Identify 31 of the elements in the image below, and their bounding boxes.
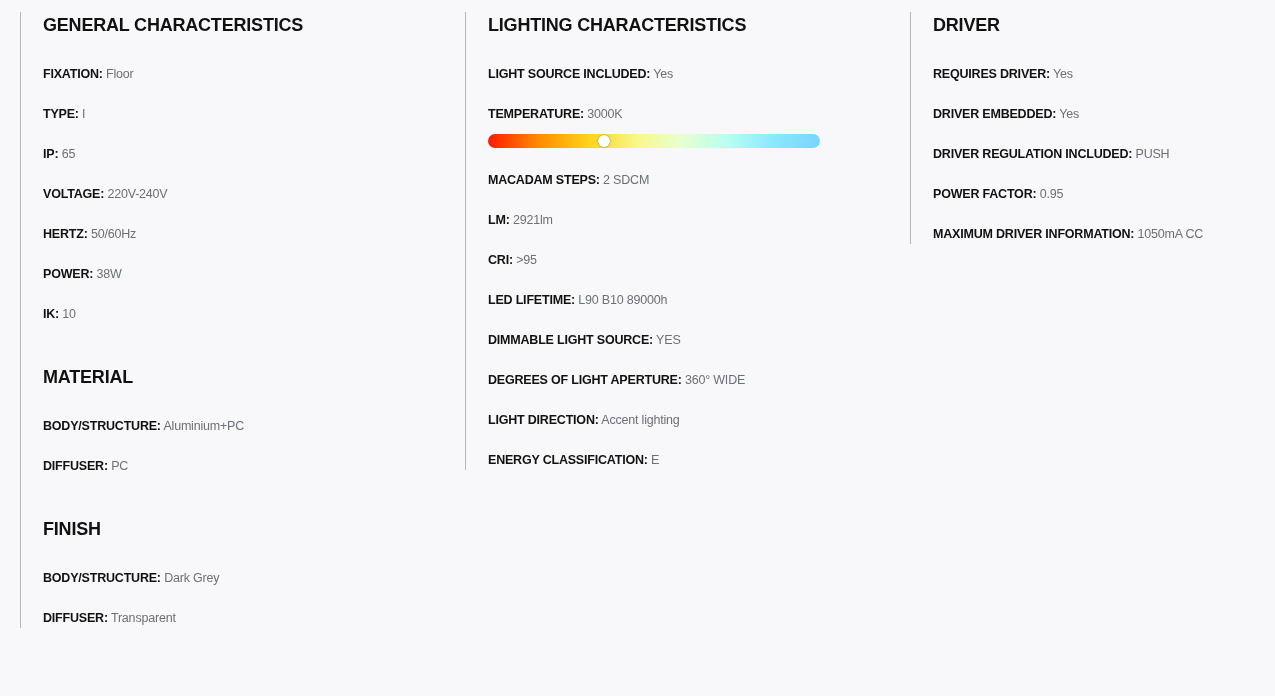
spec-line: DIFFUSER: PC (43, 458, 130, 474)
spec-line: CRI: >95 (488, 252, 538, 268)
spec-line: VOLTAGE: 220V-240V (43, 186, 169, 202)
spec-line: LIGHT DIRECTION: Accent lighting (488, 412, 681, 428)
spec-line: LED LIFETIME: L90 B10 89000h (488, 292, 669, 308)
spec-line: DRIVER REGULATION INCLUDED: PUSH (933, 146, 1171, 162)
spec-line: IP: 65 (43, 146, 77, 162)
spec-line: ENERGY CLASSIFICATION: E (488, 452, 661, 468)
spec-line: DRIVER EMBEDDED: Yes (933, 106, 1081, 122)
spec-line: MACADAM STEPS: 2 SDCM (488, 172, 651, 188)
spec-line: REQUIRES DRIVER: Yes (933, 66, 1074, 82)
section-heading: GENERAL CHARACTERISTICS (43, 14, 305, 36)
spec-line: FIXATION: Floor (43, 66, 135, 82)
spec-line: LM: 2921lm (488, 212, 554, 228)
spec-line: MAXIMUM DRIVER INFORMATION: 1050mA CC (933, 226, 1205, 242)
spec-line: TEMPERATURE: 3000K (488, 106, 624, 122)
section-heading: LIGHTING CHARACTERISTICS (488, 14, 748, 36)
spec-line: BODY/STRUCTURE: Aluminium+PC (43, 418, 246, 434)
spec-line: DIFFUSER: Transparent (43, 610, 177, 626)
spec-line: HERTZ: 50/60Hz (43, 226, 138, 242)
spec-line: DEGREES OF LIGHT APERTURE: 360° WIDE (488, 372, 747, 388)
spec-line: TYPE: I (43, 106, 87, 122)
spec-line: LIGHT SOURCE INCLUDED: Yes (488, 66, 675, 82)
spec-line: BODY/STRUCTURE: Dark Grey (43, 570, 221, 586)
section-heading: FINISH (43, 518, 102, 540)
spec-line: POWER: 38W (43, 266, 123, 282)
spec-line: IK: 10 (43, 306, 77, 322)
spec-line: POWER FACTOR: 0.95 (933, 186, 1065, 202)
spec-line: DIMMABLE LIGHT SOURCE: YES (488, 332, 682, 348)
section-heading: DRIVER (933, 14, 1001, 36)
section-heading: MATERIAL (43, 366, 135, 388)
